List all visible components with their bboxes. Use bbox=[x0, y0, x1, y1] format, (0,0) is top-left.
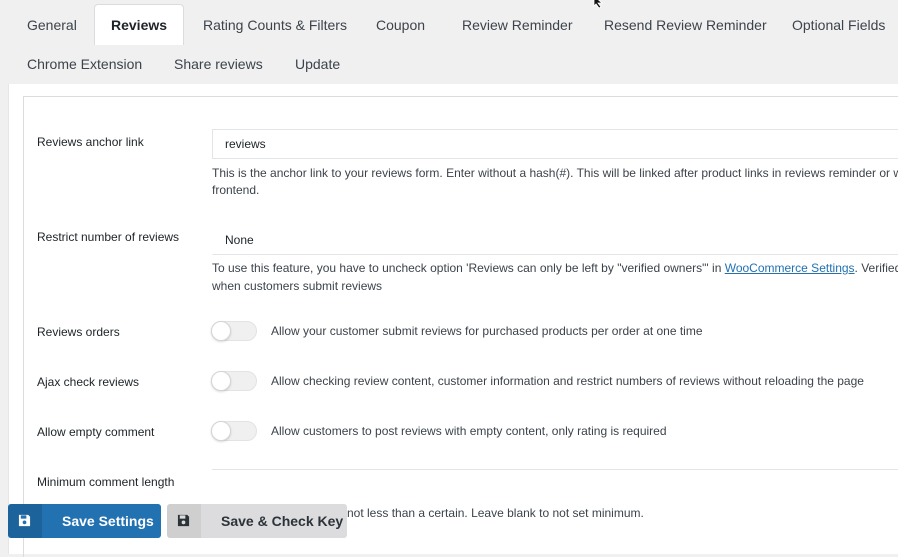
anchor-link-input[interactable]: reviews bbox=[212, 129, 898, 159]
toggle-knob bbox=[211, 421, 231, 441]
empty-comment-description: Allow customers to post reviews with emp… bbox=[271, 424, 667, 438]
tab-rating-counts-filters[interactable]: Rating Counts & Filters bbox=[187, 6, 363, 44]
tab-chrome-extension[interactable]: Chrome Extension bbox=[11, 45, 158, 83]
settings-tabs: General Reviews Rating Counts & Filters … bbox=[0, 0, 898, 84]
save-check-key-label: Save & Check Key bbox=[221, 513, 344, 529]
min-length-description: not less than a certain. Leave blank to … bbox=[347, 506, 644, 520]
tab-general[interactable]: General bbox=[11, 6, 93, 44]
empty-comment-toggle[interactable] bbox=[211, 421, 257, 441]
reviews-orders-description: Allow your customer submit reviews for p… bbox=[271, 324, 703, 338]
tab-resend-review-reminder[interactable]: Resend Review Reminder bbox=[588, 6, 783, 44]
toggle-knob bbox=[211, 321, 231, 341]
tab-coupon[interactable]: Coupon bbox=[360, 6, 441, 44]
restrict-desc-pre: To use this feature, you have to uncheck… bbox=[212, 261, 725, 275]
anchor-link-label: Reviews anchor link bbox=[37, 135, 144, 149]
ajax-check-toggle[interactable] bbox=[211, 371, 257, 391]
min-length-input[interactable] bbox=[212, 469, 898, 499]
tab-reviews[interactable]: Reviews bbox=[94, 4, 185, 45]
anchor-link-description: This is the anchor link to your reviews … bbox=[212, 166, 898, 180]
save-check-key-button[interactable]: Save & Check Key bbox=[167, 504, 347, 538]
restrict-reviews-description: To use this feature, you have to uncheck… bbox=[212, 260, 898, 277]
restrict-reviews-select[interactable]: None bbox=[212, 225, 898, 255]
reviews-orders-label: Reviews orders bbox=[37, 325, 120, 339]
settings-panel: Reviews anchor link reviews This is the … bbox=[8, 84, 898, 557]
restrict-desc-post: . Verified own bbox=[854, 261, 898, 275]
settings-form: Reviews anchor link reviews This is the … bbox=[23, 96, 898, 557]
woocommerce-settings-link[interactable]: WooCommerce Settings bbox=[725, 261, 855, 275]
tab-update[interactable]: Update bbox=[279, 45, 356, 83]
save-settings-label: Save Settings bbox=[62, 513, 154, 529]
toggle-knob bbox=[211, 371, 231, 391]
min-length-label: Minimum comment length bbox=[37, 475, 175, 489]
restrict-reviews-description-2: when customers submit reviews bbox=[212, 279, 383, 293]
tab-optional-fields[interactable]: Optional Fields bbox=[776, 6, 898, 44]
restrict-reviews-label: Restrict number of reviews bbox=[37, 230, 180, 244]
empty-comment-label: Allow empty comment bbox=[37, 425, 155, 439]
reviews-orders-toggle[interactable] bbox=[211, 321, 257, 341]
mouse-cursor-icon bbox=[593, 0, 604, 8]
floppy-disk-icon bbox=[18, 514, 31, 527]
ajax-check-description: Allow checking review content, customer … bbox=[271, 374, 864, 388]
ajax-check-label: Ajax check reviews bbox=[37, 375, 140, 389]
save-settings-button[interactable]: Save Settings bbox=[8, 504, 161, 538]
anchor-link-description-2: frontend. bbox=[212, 183, 260, 197]
tab-review-reminder[interactable]: Review Reminder bbox=[446, 6, 588, 44]
tab-share-reviews[interactable]: Share reviews bbox=[158, 45, 279, 83]
floppy-disk-icon bbox=[177, 514, 190, 527]
